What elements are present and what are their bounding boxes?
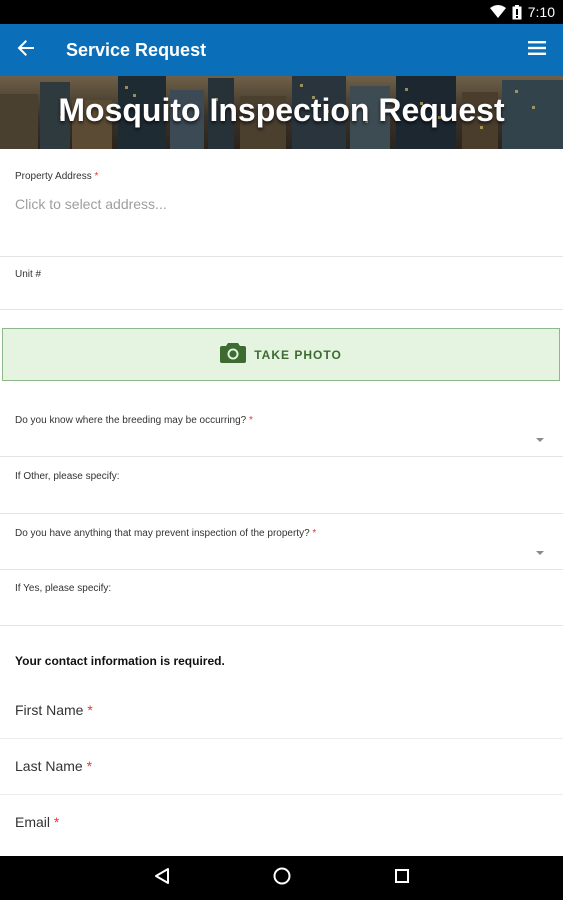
- status-bar: 7:10: [0, 0, 563, 24]
- last-name-label: Last Name: [15, 758, 83, 774]
- required-marker: *: [86, 758, 93, 774]
- property-address-placeholder: Click to select address...: [15, 196, 167, 212]
- system-nav-bar: [0, 856, 563, 900]
- unit-label: Unit #: [15, 269, 42, 280]
- chevron-down-icon: [536, 551, 544, 555]
- page-title: Mosquito Inspection Request: [58, 92, 505, 128]
- required-marker: *: [87, 702, 93, 718]
- yes-specify-label: If Yes, please specify:: [15, 583, 112, 594]
- required-marker: *: [53, 814, 60, 830]
- nav-recents-button[interactable]: [390, 866, 414, 890]
- nav-back-button[interactable]: [150, 866, 174, 890]
- arrow-left-icon: [16, 38, 36, 63]
- triangle-back-icon: [154, 867, 170, 890]
- unit-field[interactable]: Unit #: [0, 257, 563, 310]
- last-name-field[interactable]: Last Name *: [0, 740, 563, 795]
- first-name-field[interactable]: First Name *: [0, 684, 563, 739]
- prevent-inspection-dropdown[interactable]: Do you have anything that may prevent in…: [0, 514, 563, 570]
- prevent-inspection-label: Do you have anything that may prevent in…: [15, 528, 310, 539]
- email-label: Email: [15, 814, 51, 830]
- menu-button[interactable]: [511, 24, 563, 76]
- hamburger-menu-icon: [528, 40, 546, 60]
- other-specify-label: If Other, please specify:: [15, 471, 120, 482]
- property-address-label: Property Address: [15, 171, 92, 182]
- status-time: 7:10: [527, 4, 555, 20]
- required-marker: *: [249, 415, 253, 426]
- nav-home-button[interactable]: [270, 866, 294, 890]
- contact-info-heading: Your contact information is required.: [15, 654, 225, 668]
- first-name-label: First Name: [15, 702, 84, 718]
- app-bar: Service Request: [0, 24, 563, 76]
- chevron-down-icon: [536, 438, 544, 442]
- app-title: Service Request: [66, 39, 207, 60]
- camera-icon: [220, 341, 247, 368]
- email-field[interactable]: Email *: [0, 796, 563, 851]
- back-button[interactable]: [0, 24, 54, 76]
- take-photo-label: TAKE PHOTO: [254, 347, 342, 362]
- battery-icon: [512, 4, 522, 20]
- yes-specify-field[interactable]: If Yes, please specify:: [0, 570, 563, 626]
- take-photo-button[interactable]: TAKE PHOTO: [2, 328, 560, 381]
- required-marker: *: [312, 528, 317, 539]
- header-banner: Mosquito Inspection Request: [0, 76, 563, 149]
- wifi-icon: [489, 5, 506, 19]
- other-specify-field[interactable]: If Other, please specify:: [0, 457, 563, 514]
- circle-home-icon: [272, 866, 292, 891]
- required-marker: *: [94, 171, 99, 182]
- property-address-field[interactable]: Property Address * Click to select addre…: [0, 149, 563, 257]
- breeding-location-label: Do you know where the breeding may be oc…: [15, 415, 247, 426]
- square-recents-icon: [394, 868, 410, 889]
- breeding-location-dropdown[interactable]: Do you know where the breeding may be oc…: [0, 401, 563, 457]
